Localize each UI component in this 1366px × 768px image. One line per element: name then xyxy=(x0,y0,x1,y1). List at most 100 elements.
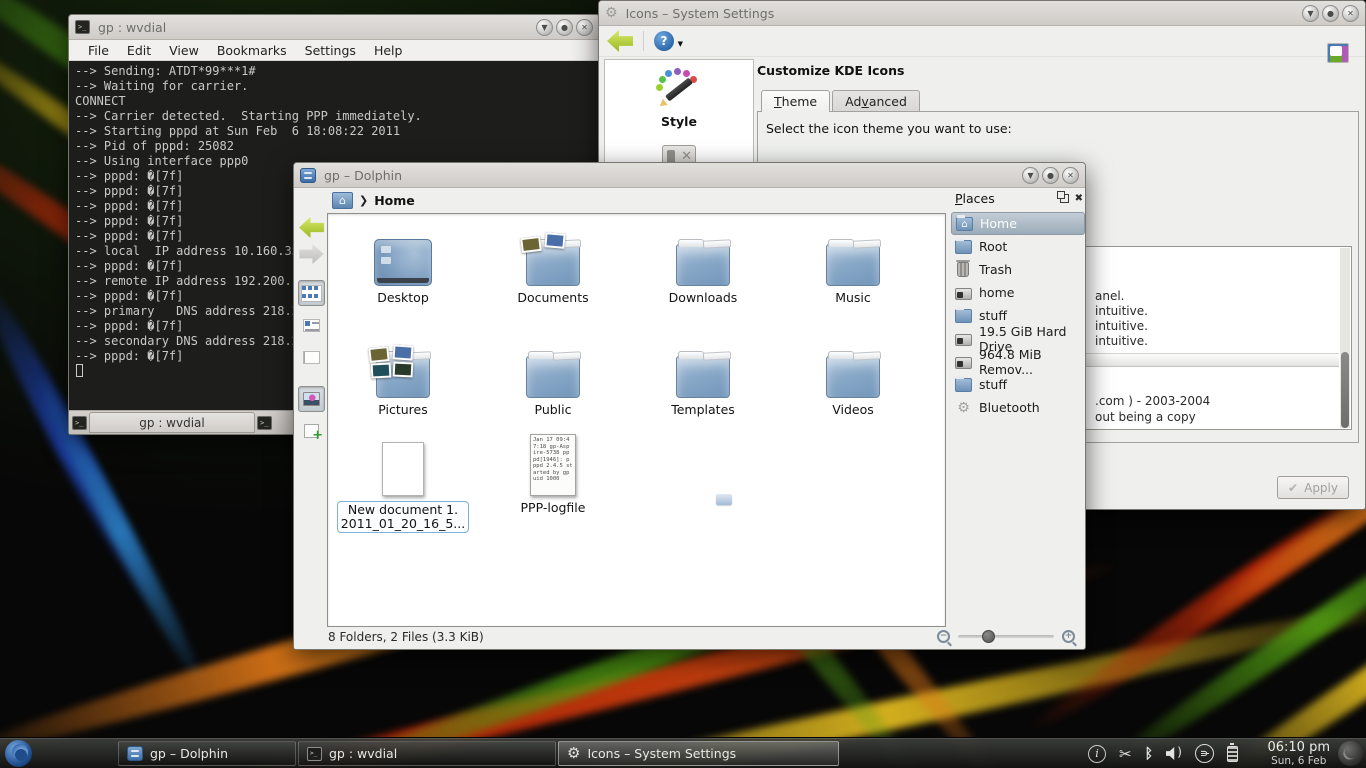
volume-icon[interactable] xyxy=(1166,747,1182,760)
places-item-root[interactable]: Root xyxy=(951,235,1085,258)
minimize-button[interactable]: ▼ xyxy=(536,19,553,36)
menu-bookmarks[interactable]: Bookmarks xyxy=(208,43,296,58)
file-label: Music xyxy=(783,291,923,305)
sidebar-item-style[interactable]: Style xyxy=(605,70,753,129)
info-fragment: .com ) - 2003-2004 xyxy=(1095,393,1210,409)
detach-panel-icon[interactable] xyxy=(1060,194,1069,203)
places-item-label: 964.8 MiB Remov... xyxy=(979,347,1081,377)
back-button[interactable] xyxy=(299,217,324,238)
places-item-label: Bluetooth xyxy=(979,400,1040,415)
minimize-button[interactable]: ▼ xyxy=(1022,167,1039,184)
drive-icon xyxy=(955,357,972,369)
scrollbar[interactable] xyxy=(1340,248,1350,428)
zoom-in-icon[interactable]: + xyxy=(1062,630,1075,643)
usb-device-icon[interactable]: ⋔ xyxy=(1195,744,1214,763)
text-file-preview-icon: Jan 17 09:4 7:18 gp-Asp ire-5738 pp pd[1… xyxy=(530,434,576,496)
file-item-desktop[interactable]: Desktop xyxy=(333,222,473,305)
scrollbar-thumb[interactable] xyxy=(1341,352,1349,428)
details-view-button[interactable] xyxy=(298,312,325,338)
split-view-button[interactable] xyxy=(298,418,325,444)
photo-thumbnail xyxy=(371,362,392,378)
new-tab-button[interactable]: >_ xyxy=(72,416,87,430)
file-label: New document 1.2011_01_20_16_5... xyxy=(337,501,469,533)
close-button[interactable]: ✕ xyxy=(1062,167,1079,184)
zoom-out-icon[interactable]: − xyxy=(937,630,950,643)
konsole-titlebar[interactable]: >_ gp : wvdial ▼ ● ✕ xyxy=(69,15,599,40)
menu-settings[interactable]: Settings xyxy=(296,43,365,58)
photo-thumbnail xyxy=(368,346,389,363)
close-button[interactable]: ✕ xyxy=(1342,5,1359,22)
places-item-964-8-mib-remov-[interactable]: 964.8 MiB Remov... xyxy=(951,350,1085,373)
terminal-line: --> Starting pppd at Sun Feb 6 18:08:22 … xyxy=(75,124,593,139)
zoom-slider[interactable] xyxy=(958,635,1054,638)
close-button[interactable]: ✕ xyxy=(576,19,593,36)
menu-help[interactable]: Help xyxy=(365,43,412,58)
file-item-documents[interactable]: Documents xyxy=(483,222,623,305)
battery-icon[interactable] xyxy=(1227,746,1238,762)
app-launcher-icon[interactable] xyxy=(5,740,32,767)
home-folder-icon[interactable]: ⌂ xyxy=(332,192,353,209)
task-gp-dolphin[interactable]: gp – Dolphin xyxy=(118,741,296,766)
menu-edit[interactable]: Edit xyxy=(118,43,160,58)
status-text: 8 Folders, 2 Files (3.3 KiB) xyxy=(328,630,484,644)
settings-toolbar: ?▼ xyxy=(599,26,1365,57)
places-panel: Places ✖ HomeRootTrashhomestuff19.5 GiB … xyxy=(951,189,1085,623)
back-arrow-icon[interactable] xyxy=(607,30,633,52)
preview-text: Jan 17 09:4 7:18 gp-Asp ire-5738 pp pd[1… xyxy=(531,435,575,485)
minimize-button[interactable]: ▼ xyxy=(1302,5,1319,22)
places-item-trash[interactable]: Trash xyxy=(951,258,1085,281)
trash-icon xyxy=(957,262,969,277)
desktop: >_ gp : wvdial ▼ ● ✕ FileEditViewBookmar… xyxy=(0,0,1366,768)
close-panel-icon[interactable]: ✖ xyxy=(1075,194,1083,204)
task-icons-system-settings[interactable]: ⚙Icons – System Settings xyxy=(558,741,839,766)
tab-advanced[interactable]: Advanced xyxy=(832,90,920,112)
split-view-icon xyxy=(304,424,319,438)
icons-view-button[interactable] xyxy=(298,280,325,306)
panel-cashew-icon[interactable] xyxy=(1338,741,1363,766)
digital-clock[interactable]: 06:10 pm Sun, 6 Feb xyxy=(1267,740,1330,767)
file-icon-area xyxy=(783,222,923,286)
settings-titlebar[interactable]: ⚙ Icons – System Settings ▼ ● ✕ xyxy=(599,1,1365,26)
menu-view[interactable]: View xyxy=(160,43,208,58)
konsole-tab[interactable]: gp : wvdial xyxy=(89,412,255,433)
info-icon[interactable]: i xyxy=(1088,745,1106,763)
breadcrumb-home[interactable]: Home xyxy=(374,193,415,208)
file-icon-area xyxy=(783,334,923,398)
maximize-button[interactable]: ● xyxy=(556,19,573,36)
columns-view-button[interactable] xyxy=(298,344,325,370)
dolphin-titlebar[interactable]: gp – Dolphin ▼ ● ✕ xyxy=(294,163,1085,188)
file-item-music[interactable]: Music xyxy=(783,222,923,305)
task-gp-wvdial[interactable]: >_gp : wvdial xyxy=(298,741,556,766)
tab-theme[interactable]: Theme xyxy=(761,90,830,112)
dolphin-file-view[interactable]: DesktopDocumentsDownloads Music PicturesPu… xyxy=(327,213,946,627)
file-icon-area xyxy=(333,334,473,398)
settings-title: Icons – System Settings xyxy=(626,6,775,21)
bluetooth-icon[interactable]: ᛒ xyxy=(1145,746,1153,762)
photo-thumbnail xyxy=(393,344,414,360)
places-item-label: stuff xyxy=(979,308,1007,323)
file-item-videos[interactable]: Videos xyxy=(783,334,923,417)
file-item-downloads[interactable]: Downloads xyxy=(633,222,773,305)
places-item-home[interactable]: Home xyxy=(951,212,1085,235)
drag-thumbnail-artifact xyxy=(716,494,732,505)
apply-button: ✔ Apply xyxy=(1277,476,1349,499)
file-item-public[interactable]: Public xyxy=(483,334,623,417)
task-label: gp – Dolphin xyxy=(150,746,228,761)
tab-list-button[interactable]: >_ xyxy=(257,416,272,430)
zoom-slider-handle[interactable] xyxy=(982,630,995,643)
sidebar-item-label: Style xyxy=(605,114,753,129)
help-icon[interactable]: ?▼ xyxy=(654,31,674,51)
file-item-templates[interactable]: Templates xyxy=(633,334,773,417)
file-item-ppp-logfile[interactable]: Jan 17 09:4 7:18 gp-Asp ire-5738 pp pd[1… xyxy=(483,432,623,515)
maximize-button[interactable]: ● xyxy=(1042,167,1059,184)
menu-file[interactable]: File xyxy=(79,43,118,58)
places-item-bluetooth[interactable]: ⚙Bluetooth xyxy=(951,396,1085,419)
file-item-new-document-1-[interactable]: New document 1.2011_01_20_16_5... xyxy=(333,432,473,533)
file-item-pictures[interactable]: Pictures xyxy=(333,334,473,417)
clock-date: Sun, 6 Feb xyxy=(1267,755,1330,767)
maximize-button[interactable]: ● xyxy=(1322,5,1339,22)
klipper-scissors-icon[interactable]: ✂ xyxy=(1119,745,1132,763)
preview-button[interactable] xyxy=(298,386,325,412)
places-item-home[interactable]: home xyxy=(951,281,1085,304)
settings-tabs: Theme Advanced xyxy=(757,90,1359,112)
